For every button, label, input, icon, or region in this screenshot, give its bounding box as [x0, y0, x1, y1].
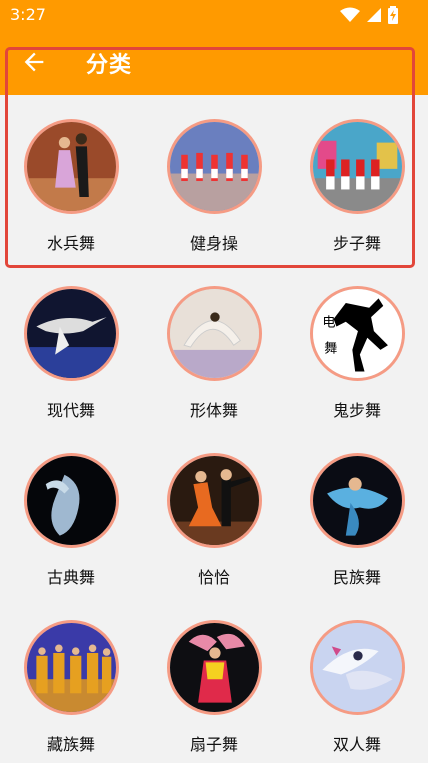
shuffle-dance-silhouette: 电舞: [310, 286, 405, 381]
status-bar: 3:27: [0, 0, 428, 30]
category-item-jianshencao[interactable]: 健身操: [143, 95, 285, 262]
category-item-shuangren[interactable]: 双人舞: [286, 596, 428, 763]
category-item-shuibing[interactable]: 水兵舞: [0, 95, 142, 262]
status-icons: [340, 5, 398, 25]
category-label: 鬼步舞: [332, 401, 381, 420]
category-item-gudian[interactable]: 古典舞: [0, 429, 142, 596]
status-time: 3:27: [10, 5, 46, 24]
category-label: 形体舞: [189, 401, 238, 420]
category-item-zangzu[interactable]: 藏族舞: [0, 596, 142, 763]
svg-text:电: 电: [322, 314, 335, 330]
battery-charging-icon: [388, 6, 398, 24]
fan-dance-photo: [167, 620, 262, 715]
dance-couple-photo: [24, 119, 119, 214]
category-label: 藏族舞: [46, 735, 95, 754]
category-item-guibu[interactable]: 电舞 鬼步舞: [286, 262, 428, 429]
back-arrow-icon[interactable]: [20, 48, 48, 76]
modern-dance-photo: [24, 286, 119, 381]
chacha-dance-photo: [167, 453, 262, 548]
duet-dance-photo: [310, 620, 405, 715]
category-label: 古典舞: [46, 568, 95, 587]
category-label: 现代舞: [46, 401, 95, 420]
body-dance-photo: [167, 286, 262, 381]
category-item-xiandai[interactable]: 现代舞: [0, 262, 142, 429]
category-label: 扇子舞: [189, 735, 238, 754]
wifi-icon: [340, 7, 360, 22]
category-item-shanzi[interactable]: 扇子舞: [143, 596, 285, 763]
category-item-xingti[interactable]: 形体舞: [143, 262, 285, 429]
group-step-dance-photo: [310, 119, 405, 214]
signal-icon: [367, 8, 381, 22]
classical-dance-photo: [24, 453, 119, 548]
category-label: 健身操: [189, 234, 238, 253]
category-label: 双人舞: [332, 735, 381, 754]
category-item-minzu[interactable]: 民族舞: [286, 429, 428, 596]
category-item-qiaqia[interactable]: 恰恰: [143, 429, 285, 596]
app-bar: 分类: [0, 30, 428, 95]
category-item-buzi[interactable]: 步子舞: [286, 95, 428, 262]
category-label: 恰恰: [197, 568, 230, 587]
category-label: 步子舞: [332, 234, 381, 253]
category-label: 民族舞: [332, 568, 381, 587]
ethnic-dance-photo: [310, 453, 405, 548]
group-aerobics-photo: [167, 119, 262, 214]
tibetan-dance-photo: [24, 620, 119, 715]
category-label: 水兵舞: [46, 234, 95, 253]
page-title: 分类: [86, 53, 133, 78]
svg-text:舞: 舞: [324, 341, 337, 357]
